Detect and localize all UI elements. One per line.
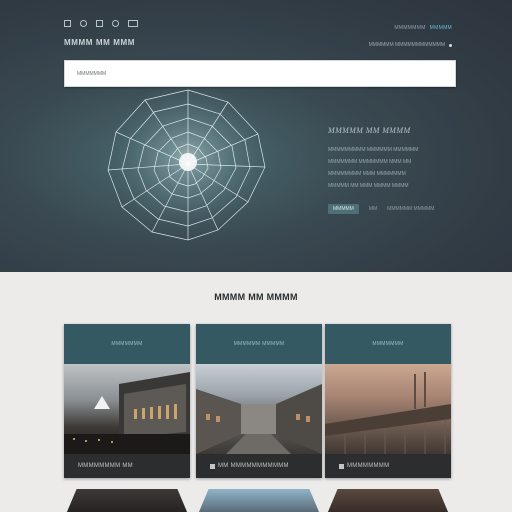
contact-info: MMMMMM MMMMMMMMMMMM xyxy=(369,42,452,48)
contact-text[interactable]: MMMMMM MMMMMMMMMMMM xyxy=(369,42,445,48)
search-placeholder: MMMMMMM xyxy=(77,70,107,77)
user-icon[interactable] xyxy=(112,20,119,27)
login-area: MMMMMMM MMMMM xyxy=(394,25,452,31)
card-preview[interactable] xyxy=(196,489,322,512)
card-footer-label: MMMMMMMM xyxy=(347,463,390,469)
login-link[interactable]: MMMMM xyxy=(430,25,452,31)
hero-button[interactable]: MMMMM xyxy=(328,204,359,214)
hero-text-line: MMMMMMMM MMM MMMMMMM xyxy=(328,171,406,177)
card[interactable]: MMMMMM MMMMM MM MMMMMMMMMMM xyxy=(196,324,322,478)
card-footer-label: MMMMMMMM MM xyxy=(78,463,133,469)
login-prefix: MMMMMMM xyxy=(394,25,426,31)
hero-text-line: MMMMM MM MMM MMMM MMMM xyxy=(328,183,409,189)
notification-dot-icon xyxy=(449,43,452,47)
hero-section: MMMM MM MMM MMMMMMM MMMMM MMMMMM MMMMMMM… xyxy=(0,0,512,272)
hero-actions: MMMMM MM MMMMMM MMMMM xyxy=(328,204,448,214)
card-image-bridge xyxy=(325,364,451,454)
card-footer: MM MMMMMMMMMMM xyxy=(196,454,322,478)
top-nav xyxy=(64,20,138,27)
card-image-building xyxy=(64,364,190,454)
section-title: MMMM MM MMMM xyxy=(214,292,298,302)
building-icon xyxy=(339,463,344,469)
card-footer: MMMMMMMM xyxy=(325,454,451,478)
brand-logo[interactable]: MMMM MM MMM xyxy=(64,38,135,47)
hero-link[interactable]: MM xyxy=(369,206,377,212)
hero-text-line: MMMMMMMMM MMMMMM MMMMMM xyxy=(328,147,419,153)
card-preview[interactable] xyxy=(64,489,190,512)
hero-title: MMMMM MM MMMM xyxy=(328,126,411,135)
card-header: MMMMMM MMMMM xyxy=(196,324,322,364)
hero-info-panel: MMMMM MM MMMM MMMMMMMMM MMMMMM MMMMMM MM… xyxy=(328,126,448,214)
card-header: MMMMMMM xyxy=(64,324,190,364)
card-footer: MMMMMMMM MM xyxy=(64,454,190,478)
card[interactable]: MMMMMMM MMMMMMMM MM xyxy=(64,324,190,478)
mail-icon[interactable] xyxy=(128,20,138,27)
hero-link-secondary[interactable]: MMMMMM MMMMM xyxy=(387,206,434,212)
spider-web-illustration xyxy=(107,82,268,241)
card[interactable]: MMMMMMM MMMMMMMM xyxy=(325,324,451,478)
card-header: MMMMMMM xyxy=(325,324,451,364)
grid-icon[interactable] xyxy=(96,20,103,27)
card-preview[interactable] xyxy=(325,489,451,512)
building-icon xyxy=(210,463,215,469)
header-right: MMMMMMM MMMMM MMMMMM MMMMMMMMMMMM xyxy=(369,16,452,48)
card-image-street xyxy=(196,364,322,454)
card-footer-label: MM MMMMMMMMMMM xyxy=(218,463,289,469)
search-icon[interactable] xyxy=(80,20,87,27)
menu-icon[interactable] xyxy=(64,20,71,27)
hero-description: MMMMMMMMM MMMMMM MMMMMM MMMMMMM MMMMMMM … xyxy=(328,144,448,192)
hero-text-line: MMMMMMM MMMMMMM MMM MM xyxy=(328,159,412,165)
